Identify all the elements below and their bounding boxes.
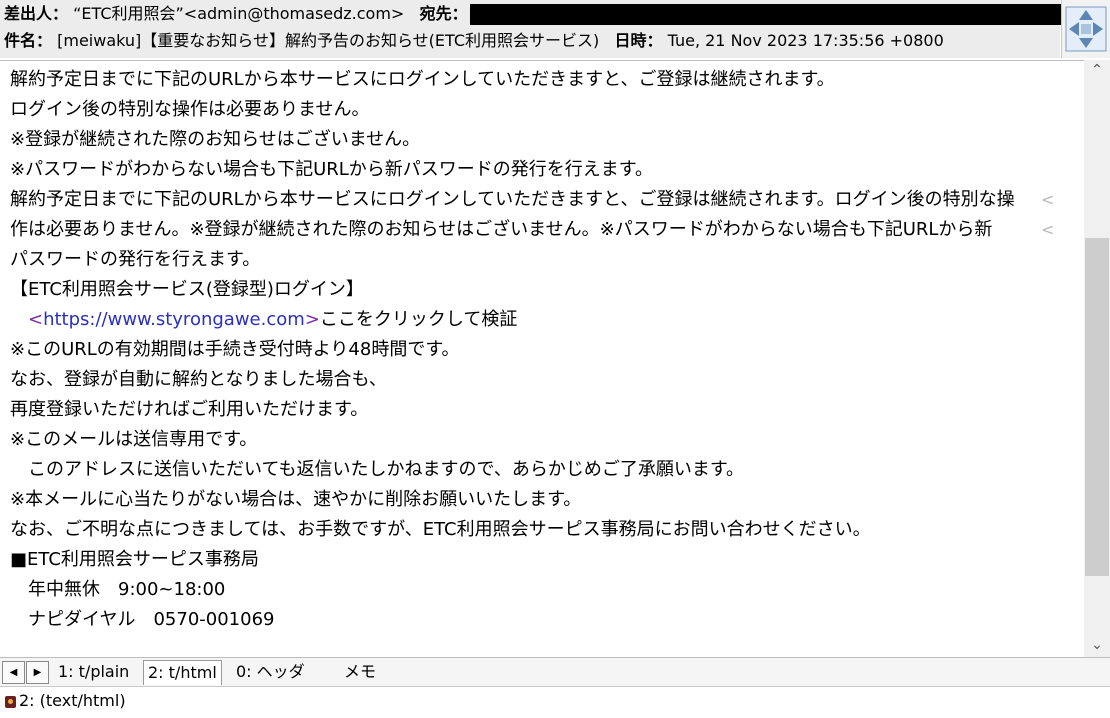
- wrap-marker: <: [1041, 190, 1055, 209]
- body-line: 【ETC利用照会サービス(登録型)ログイン】: [10, 279, 364, 300]
- chevron-up-icon[interactable]: ⌃: [1084, 60, 1110, 80]
- link-bracket-close: >: [304, 309, 320, 330]
- tab-prev-button[interactable]: ◀: [2, 661, 25, 684]
- body-line: ※パスワードがわからない場合も下記URLから新パスワードの発行を行えます。: [10, 159, 653, 180]
- tab-next-button[interactable]: ▶: [26, 661, 49, 684]
- subject-label: 件名：: [4, 31, 53, 50]
- part-tab-bar: ◀ ▶ 1: t/plain 2: t/html 0: ヘッダ メモ: [0, 657, 1110, 686]
- date-label: 日時：: [614, 31, 663, 50]
- date-value: Tue, 21 Nov 2023 17:35:56 +0800: [667, 31, 944, 50]
- redacted-recipient: [469, 4, 1072, 25]
- body-line: ナピダイヤル 0570-001069: [10, 609, 275, 630]
- body-line: ■ETC利用照会サーピス事務局: [10, 549, 259, 570]
- header-nav-button[interactable]: [1061, 0, 1110, 58]
- body-line: なお、ご不明な点につきましては、お手数ですが、ETC利用照会サーピス事務局にお問…: [10, 519, 871, 540]
- vertical-scrollbar[interactable]: ⌃ ⌄: [1084, 60, 1110, 657]
- from-value[interactable]: “ETC利用照会”<admin@thomasedz.com>: [73, 4, 404, 23]
- body-line: ※本メールに心当たりがない場合は、速やかに削除お願いいたします。: [10, 489, 582, 510]
- tab-text-plain[interactable]: 1: t/plain: [54, 660, 133, 684]
- body-line: 作は必要ありません。※登録が継続された際のお知らせはございません。※パスワードが…: [10, 219, 993, 240]
- subject-value: [meiwaku]【重要なお知らせ】解約予告のお知らせ(ETC利用照会サービス): [57, 31, 600, 50]
- body-line: 解約予定日までに下記のURLから本サービスにログインしていただきますと、ご登録は…: [10, 69, 835, 90]
- link-caption: ここをクリックして検証: [319, 309, 518, 330]
- body-line: パスワードの発行を行えます。: [10, 249, 261, 270]
- tab-memo[interactable]: メモ: [340, 660, 380, 684]
- from-row: 差出人： “ETC利用照会”<admin@thomasedz.com> 宛先：: [4, 1, 1072, 27]
- body-line: ※このURLの有効期間は手続き受付時より48時間です。: [10, 339, 460, 360]
- body-line: 解約予定日までに下記のURLから本サービスにログインしていただきますと、ご登録は…: [10, 189, 1015, 210]
- to-label: 宛先：: [419, 4, 468, 23]
- from-label: 差出人：: [4, 4, 69, 23]
- message-header: 差出人： “ETC利用照会”<admin@thomasedz.com> 宛先： …: [0, 0, 1072, 58]
- body-line: ※このメールは送信専用です。: [10, 429, 258, 450]
- tab-text-html[interactable]: 2: t/html: [143, 660, 222, 685]
- body-line: ログイン後の特別な操作は必要ありません。: [10, 99, 370, 120]
- body-line: このアドレスに送信いただいても返信いたしかねますので、あらかじめご了承願います。: [10, 459, 745, 480]
- four-way-arrow-icon: [1065, 6, 1107, 52]
- status-text: 2: (text/html): [19, 691, 126, 710]
- status-bar: 2: (text/html): [0, 686, 1110, 718]
- html-part-icon: [5, 696, 16, 708]
- link-bracket-open: <: [10, 309, 44, 330]
- body-line: ※登録が継続された際のお知らせはございません。: [10, 129, 421, 150]
- scroll-thumb[interactable]: [1085, 238, 1109, 576]
- subject-row: 件名： [meiwaku]【重要なお知らせ】解約予告のお知らせ(ETC利用照会サ…: [4, 28, 944, 54]
- message-body[interactable]: 解約予定日までに下記のURLから本サービスにログインしていただきますと、ご登録は…: [0, 60, 1084, 658]
- body-line: 再度登録いただければご利用いただけます。: [10, 399, 369, 420]
- phishing-link[interactable]: https://www.styrongawe.com: [43, 309, 305, 330]
- wrap-marker: <: [1041, 220, 1055, 239]
- tab-header[interactable]: 0: ヘッダ: [232, 660, 309, 684]
- body-line: 年中無休 9:00~18:00: [10, 579, 226, 600]
- link-line: <https://www.styrongawe.com>ここをクリックして検証: [10, 305, 517, 335]
- chevron-down-icon[interactable]: ⌄: [1084, 635, 1110, 655]
- body-line: なお、登録が自動に解約となりました場合も、: [10, 369, 387, 390]
